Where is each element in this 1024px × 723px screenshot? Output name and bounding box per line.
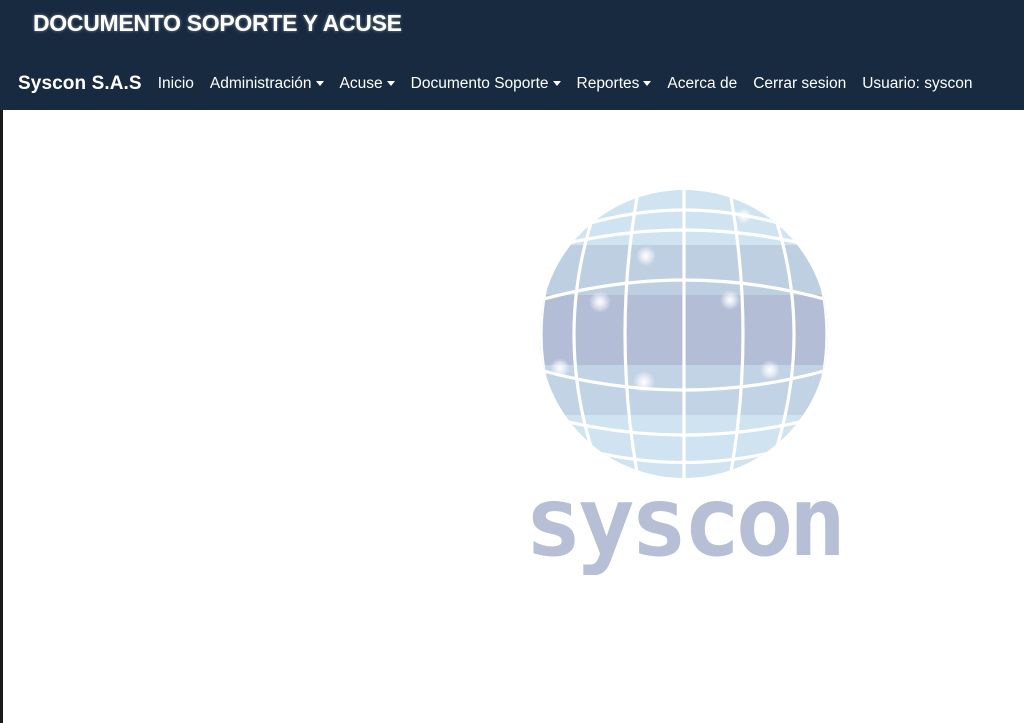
nav-item-label: Acuse [339, 75, 383, 92]
nav-list: Inicio Administración Acuse Documento So… [150, 75, 981, 93]
main-navbar: Syscon S.A.S Inicio Administración Acuse… [0, 58, 1024, 110]
nav-item-usuario[interactable]: Usuario: syscon [854, 75, 980, 93]
nav-item-label: Usuario: syscon [862, 75, 973, 92]
nav-item-label: Acerca de [667, 75, 738, 92]
nav-item-documento-soporte[interactable]: Documento Soporte [403, 75, 569, 93]
nav-item-label: Inicio [157, 75, 194, 92]
caret-down-icon [643, 80, 652, 86]
navbar-brand[interactable]: Syscon S.A.S [18, 73, 142, 95]
nav-item-acerca-de[interactable]: Acerca de [659, 75, 745, 93]
logo-wordmark: syscon [525, 466, 842, 578]
nav-item-inicio[interactable]: Inicio [150, 75, 202, 93]
syscon-logo: syscon [525, 190, 846, 578]
nav-item-cerrar-sesion[interactable]: Cerrar sesion [745, 75, 854, 93]
globe-icon [540, 190, 828, 478]
app-header: DOCUMENTO SOPORTE Y ACUSE Syscon S.A.S I… [0, 0, 1024, 110]
caret-down-icon [386, 80, 395, 86]
nav-item-administracion[interactable]: Administración [202, 75, 332, 93]
nav-item-label: Cerrar sesion [753, 75, 847, 92]
app-title: DOCUMENTO SOPORTE Y ACUSE [33, 10, 402, 36]
nav-item-label: Administración [209, 75, 312, 92]
caret-down-icon [552, 80, 561, 86]
nav-item-reportes[interactable]: Reportes [569, 75, 660, 93]
nav-item-acuse[interactable]: Acuse [332, 75, 403, 93]
nav-item-label: Reportes [576, 75, 640, 92]
caret-down-icon [315, 80, 324, 86]
nav-item-label: Documento Soporte [410, 75, 549, 92]
